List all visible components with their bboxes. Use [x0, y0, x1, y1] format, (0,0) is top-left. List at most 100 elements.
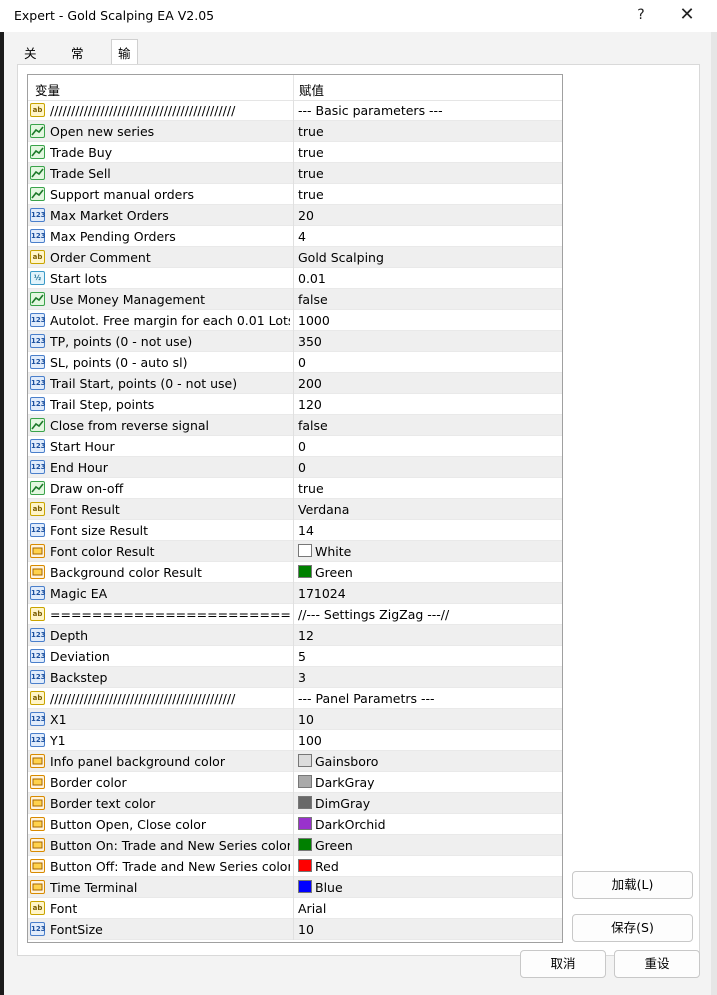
param-value[interactable]: 14 [298, 523, 314, 538]
param-value[interactable]: White [315, 544, 351, 559]
param-row[interactable]: 123 SL, points (0 - auto sl) 0 [28, 352, 562, 373]
param-row[interactable]: 123 Autolot. Free margin for each 0.01 Lo… [28, 310, 562, 331]
param-value[interactable]: 12 [298, 628, 314, 643]
param-name: Font size Result [50, 523, 149, 538]
param-row[interactable]: 123 Deviation 5 [28, 646, 562, 667]
column-header-variable[interactable]: 变量 [35, 80, 60, 99]
param-value[interactable]: true [298, 481, 324, 496]
param-row[interactable]: 123 TP, points (0 - not use) 350 [28, 331, 562, 352]
param-value[interactable]: Gainsboro [315, 754, 378, 769]
param-row[interactable]: Info panel background color Gainsboro [28, 751, 562, 772]
param-value[interactable]: --- Basic parameters --- [298, 103, 443, 118]
param-row[interactable]: 123 Max Market Orders 20 [28, 205, 562, 226]
param-value[interactable]: 20 [298, 208, 314, 223]
param-value[interactable]: true [298, 145, 324, 160]
param-row[interactable]: Border color DarkGray [28, 772, 562, 793]
param-value[interactable]: Green [315, 565, 353, 580]
param-row[interactable]: 123 Font size Result 14 [28, 520, 562, 541]
param-row[interactable]: Border text color DimGray [28, 793, 562, 814]
param-row[interactable]: 123 Backstep 3 [28, 667, 562, 688]
param-row[interactable]: Use Money Management false [28, 289, 562, 310]
param-value[interactable]: Gold Scalping [298, 250, 384, 265]
param-value[interactable]: 10 [298, 922, 314, 937]
param-row[interactable]: 123 FontSize 10 [28, 919, 562, 940]
param-row[interactable]: 123 Magic EA 171024 [28, 583, 562, 604]
load-button[interactable]: 加载(L) [572, 871, 693, 899]
param-value[interactable]: false [298, 292, 328, 307]
param-value[interactable]: 200 [298, 376, 322, 391]
param-value[interactable]: false [298, 418, 328, 433]
param-value[interactable]: 10 [298, 712, 314, 727]
param-row[interactable]: Draw on-off true [28, 478, 562, 499]
param-row[interactable]: 123 Start Hour 0 [28, 436, 562, 457]
reset-button[interactable]: 重设 [614, 950, 700, 978]
param-value[interactable]: //--- Settings ZigZag ---// [298, 607, 449, 622]
param-value[interactable]: Arial [298, 901, 326, 916]
param-value[interactable]: 3 [298, 670, 306, 685]
param-row[interactable]: ab Font Result Verdana [28, 499, 562, 520]
param-value[interactable]: DimGray [315, 796, 370, 811]
param-value[interactable]: 0.01 [298, 271, 326, 286]
param-value[interactable]: Verdana [298, 502, 349, 517]
param-row[interactable]: ab Font Arial [28, 898, 562, 919]
param-value[interactable]: Blue [315, 880, 343, 895]
string-type-icon: ab [30, 607, 45, 621]
tab-common[interactable]: 常用 [64, 41, 91, 85]
param-row[interactable]: Trade Sell true [28, 163, 562, 184]
param-value[interactable]: 0 [298, 355, 306, 370]
param-value[interactable]: 0 [298, 460, 306, 475]
save-button[interactable]: 保存(S) [572, 914, 693, 942]
param-value[interactable]: 5 [298, 649, 306, 664]
param-row[interactable]: 123 Y1 100 [28, 730, 562, 751]
column-divider[interactable] [293, 75, 294, 100]
tab-about[interactable]: 关于 [17, 41, 44, 85]
param-row[interactable]: 123 Depth 12 [28, 625, 562, 646]
param-row[interactable]: 123 Max Pending Orders 4 [28, 226, 562, 247]
param-row[interactable]: ½ Start lots 0.01 [28, 268, 562, 289]
param-value[interactable]: 120 [298, 397, 322, 412]
param-row[interactable]: Button On: Trade and New Series color Gre… [28, 835, 562, 856]
input-parameters-grid[interactable]: 变量 赋值 ab ////////////////////////////////… [27, 74, 563, 943]
param-row[interactable]: Close from reverse signal false [28, 415, 562, 436]
param-value[interactable]: true [298, 166, 324, 181]
param-row[interactable]: Trade Buy true [28, 142, 562, 163]
param-row[interactable]: ab Order Comment Gold Scalping [28, 247, 562, 268]
param-row[interactable]: Background color Result Green [28, 562, 562, 583]
param-row[interactable]: Support manual orders true [28, 184, 562, 205]
param-value[interactable]: Green [315, 838, 353, 853]
param-value[interactable]: true [298, 124, 324, 139]
param-value[interactable]: 1000 [298, 313, 330, 328]
param-row[interactable]: Time Terminal Blue [28, 877, 562, 898]
param-value[interactable]: DarkOrchid [315, 817, 386, 832]
param-value[interactable]: --- Panel Parametrs --- [298, 691, 435, 706]
param-row[interactable]: 123 Trail Step, points 120 [28, 394, 562, 415]
cancel-button[interactable]: 取消 [520, 950, 606, 978]
bool-type-icon [30, 481, 45, 495]
param-value[interactable]: 4 [298, 229, 306, 244]
param-row[interactable]: Button Off: Trade and New Series color Re… [28, 856, 562, 877]
close-icon[interactable]: ✕ [674, 4, 700, 26]
param-value[interactable]: 350 [298, 334, 322, 349]
param-row[interactable]: Button Open, Close color DarkOrchid [28, 814, 562, 835]
param-row[interactable]: 123 End Hour 0 [28, 457, 562, 478]
param-row[interactable]: ab //////////////////////////////////////… [28, 100, 562, 121]
tab-inputs[interactable]: 输入参数 [111, 39, 138, 142]
param-value[interactable]: 171024 [298, 586, 346, 601]
integer-type-icon: 123 [30, 334, 46, 348]
cell-divider [293, 751, 294, 772]
help-icon[interactable]: ? [630, 4, 652, 26]
param-row[interactable]: Open new series true [28, 121, 562, 142]
cell-divider [293, 415, 294, 436]
param-row[interactable]: 123 X1 10 [28, 709, 562, 730]
param-row[interactable]: Font color Result White [28, 541, 562, 562]
param-value[interactable]: DarkGray [315, 775, 375, 790]
param-row[interactable]: ab //////////////////////////////////////… [28, 688, 562, 709]
param-value[interactable]: Red [315, 859, 339, 874]
param-value[interactable]: 100 [298, 733, 322, 748]
column-header-value[interactable]: 赋值 [299, 80, 324, 99]
param-value[interactable]: true [298, 187, 324, 202]
param-value[interactable]: 0 [298, 439, 306, 454]
param-row[interactable]: ab =========================... //--- Sett… [28, 604, 562, 625]
color-type-icon [30, 859, 45, 873]
param-row[interactable]: 123 Trail Start, points (0 - not use) 200 [28, 373, 562, 394]
